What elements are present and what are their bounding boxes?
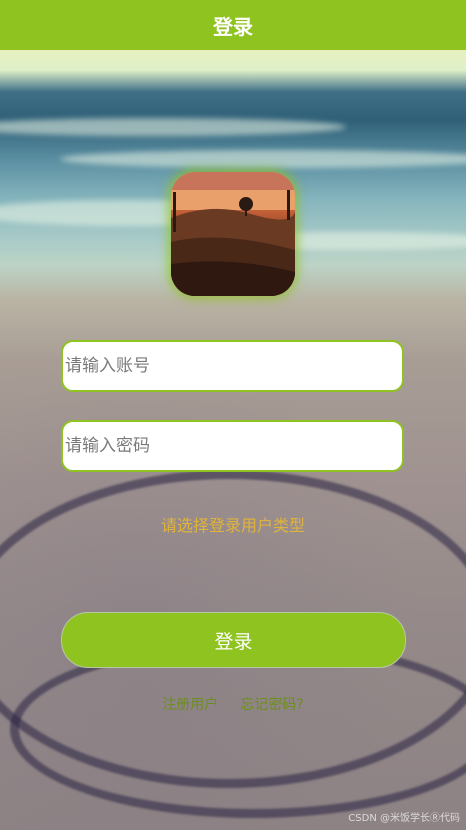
landscape-image xyxy=(171,172,295,296)
register-link[interactable]: 注册用户 xyxy=(162,694,218,714)
login-button[interactable]: 登录 xyxy=(61,612,406,668)
auth-links: 注册用户 忘记密码? xyxy=(0,694,466,714)
header-bar: 登录 xyxy=(0,0,466,50)
background-wave xyxy=(60,150,466,168)
account-input[interactable] xyxy=(61,340,404,392)
avatar xyxy=(171,172,295,296)
password-input[interactable] xyxy=(61,420,404,472)
page-title: 登录 xyxy=(213,14,253,39)
watermark: CSDN @米饭学长Ⓡ代码 xyxy=(348,813,460,824)
login-screen: 登录 请选择登录用户类型 登录 注册用户 忘记密码? CSDN @米饭学长Ⓡ代码 xyxy=(0,0,466,830)
forgot-password-link[interactable]: 忘记密码? xyxy=(240,694,303,714)
background-wave xyxy=(0,118,346,136)
user-type-selector[interactable]: 请选择登录用户类型 xyxy=(0,512,466,536)
